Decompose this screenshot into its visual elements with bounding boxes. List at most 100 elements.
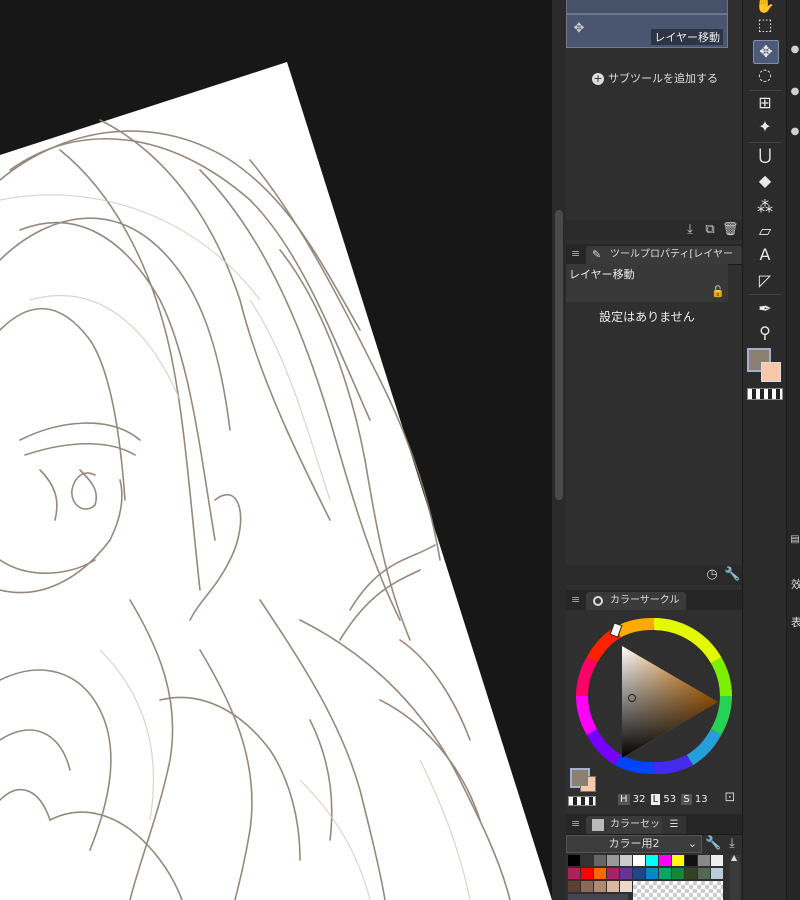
subtool-footer: ⤓ ⧉ 🗑	[566, 220, 742, 240]
tool-property-header: レイヤー移動 🔓	[566, 264, 728, 302]
swatch[interactable]	[659, 868, 671, 879]
tool-frame[interactable]: ▱	[753, 220, 777, 242]
eye-icon[interactable]: ●	[787, 124, 800, 140]
tool-blend[interactable]: ⋃	[753, 144, 777, 166]
trash-icon[interactable]: 🗑	[722, 222, 739, 238]
toolbar-transparent[interactable]	[747, 388, 783, 400]
eye-icon[interactable]: ●	[787, 42, 800, 58]
subtool-item-label: レイヤー移動	[651, 29, 723, 45]
panel-icon: ▱	[758, 221, 772, 240]
swatch-row[interactable]	[568, 894, 628, 900]
swatch[interactable]	[620, 868, 632, 879]
swatch[interactable]	[633, 868, 645, 879]
swatch[interactable]	[607, 881, 619, 892]
swatch[interactable]	[594, 881, 606, 892]
swatch[interactable]	[568, 868, 580, 879]
tool-grid[interactable]: ⊞	[753, 92, 777, 114]
tab-color-set-secondary[interactable]: ☰	[662, 816, 686, 834]
tab-tool-property[interactable]: ✎ ツールプロパティ[レイヤー移動]	[586, 246, 742, 278]
swatch[interactable]	[620, 855, 632, 866]
palette-scrollbar[interactable]: ▲	[730, 853, 740, 900]
swatch[interactable]	[659, 855, 671, 866]
wrench-icon[interactable]: 🔧	[705, 836, 721, 852]
panel-icon[interactable]: ▤	[787, 532, 800, 548]
tool-layer-move[interactable]: ✥	[753, 40, 779, 64]
drawing-canvas[interactable]	[0, 0, 552, 900]
eye-icon[interactable]: ●	[787, 84, 800, 100]
grip-icon[interactable]: ≡	[571, 593, 580, 606]
swatch[interactable]	[568, 881, 580, 892]
swatch[interactable]	[633, 855, 645, 866]
swatch[interactable]	[698, 855, 710, 866]
grip-icon[interactable]: ≡	[571, 247, 580, 260]
swatch[interactable]	[581, 855, 593, 866]
panel-scrollbar-thumb[interactable]	[555, 210, 563, 500]
plus-circle-icon: +	[592, 72, 604, 85]
tool-object[interactable]: ⬚	[753, 14, 777, 36]
swatch[interactable]	[607, 855, 619, 866]
subtool-item-layer-move[interactable]: ✥ レイヤー移動	[566, 14, 728, 48]
wrench-icon[interactable]: 🔧	[724, 567, 740, 583]
lock-icon[interactable]: 🔓	[710, 284, 726, 300]
swatch[interactable]	[607, 868, 619, 879]
tool-sparkle[interactable]: ✦	[753, 116, 777, 138]
import-icon[interactable]: ⤓	[724, 836, 740, 852]
swatch[interactable]	[581, 881, 593, 892]
swatch[interactable]	[698, 868, 710, 879]
canvas-artwork	[0, 62, 552, 900]
swatch[interactable]	[685, 868, 697, 879]
tool-fill[interactable]: ◆	[753, 170, 777, 192]
right-edge-text-2: 表	[791, 616, 800, 629]
eyedropper-icon: ⚲	[759, 323, 771, 342]
import-icon[interactable]: ⤓	[682, 222, 698, 238]
layer-panel-edge: ● ● ● ▤ 效 表	[786, 0, 800, 900]
swatch[interactable]	[594, 855, 606, 866]
transparent-toggle[interactable]	[568, 796, 596, 806]
chevron-down-icon: ⌄	[687, 837, 697, 850]
swatch[interactable]	[711, 855, 723, 866]
initial-settings-icon[interactable]: ◷	[704, 567, 720, 583]
tool-property-empty: 設定はありません	[599, 310, 695, 324]
swatch[interactable]	[646, 868, 658, 879]
panel-scrollbar[interactable]	[552, 0, 566, 900]
swatch[interactable]	[672, 855, 684, 866]
color-set-selected: カラー用2	[608, 837, 660, 850]
tool-bar: ✋ ⬚ ✥ ◌ ⊞ ✦ ⋃ ◆ ⁂ ▱ A ◸ ✒ ⚲	[742, 0, 787, 900]
tool-pen[interactable]: ✒	[753, 298, 777, 320]
tool-balloon[interactable]: ◸	[753, 270, 777, 292]
swatch[interactable]	[568, 855, 580, 866]
brush-icon: ✎	[592, 248, 602, 261]
color-set-select[interactable]: カラー用2 ⌄	[566, 835, 702, 853]
triangle-icon: ◸	[758, 271, 772, 290]
empty-swatches[interactable]	[633, 881, 723, 900]
move-icon: ✥	[759, 42, 773, 61]
tool-property-name: レイヤー移動	[569, 268, 635, 281]
color-circle-tab-icon	[593, 596, 603, 606]
swatch[interactable]	[711, 868, 723, 879]
swatch[interactable]	[672, 868, 684, 879]
tool-figure[interactable]: ⁂	[753, 196, 777, 218]
swatch[interactable]	[594, 868, 606, 879]
swatch[interactable]	[685, 855, 697, 866]
tool-text[interactable]: A	[753, 244, 777, 266]
subtool-panel-column: ✥ レイヤー移動 + サブツールを追加する ⤓ ⧉ 🗑 ≡ ✎ ツールプロパティ[…	[566, 0, 742, 900]
tab-color-circle[interactable]: カラーサークル	[586, 592, 686, 610]
tool-eyedropper[interactable]: ⚲	[753, 322, 777, 344]
swatch[interactable]	[581, 868, 593, 879]
bucket-icon: ◆	[758, 171, 772, 190]
grip-icon[interactable]: ≡	[571, 817, 580, 830]
duplicate-icon[interactable]: ⧉	[702, 222, 718, 238]
swatch[interactable]	[646, 855, 658, 866]
color-circle-tabbar: ≡ カラーサークル	[566, 590, 742, 611]
toolbar-sub-color[interactable]	[761, 362, 781, 382]
move-icon: ✥	[573, 21, 585, 36]
color-palette-grid[interactable]	[566, 855, 728, 900]
h-label: H	[618, 794, 630, 805]
add-subtool-button[interactable]: + サブツールを追加する	[592, 70, 718, 86]
swatch[interactable]	[620, 881, 632, 892]
subtool-item-prev[interactable]	[566, 0, 728, 14]
s-label: S	[681, 794, 692, 805]
right-edge-text-1: 效	[791, 578, 800, 591]
color-space-icon[interactable]: ⊡	[722, 790, 738, 806]
tool-lasso[interactable]: ◌	[753, 64, 777, 86]
